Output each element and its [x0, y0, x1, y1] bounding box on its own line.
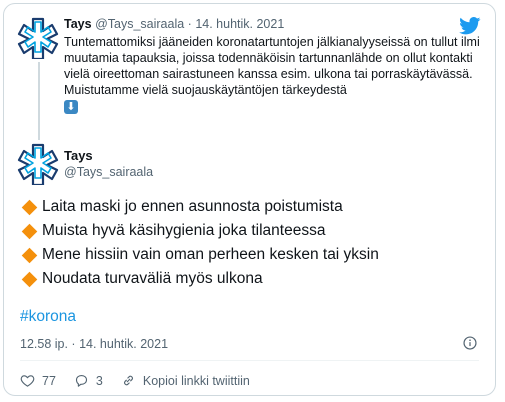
separator-dot: ·: [187, 17, 192, 31]
tweet-actions: 77 3 Kopioi linkki twiittiin: [20, 373, 268, 388]
reply-count: 3: [95, 373, 103, 388]
bullet-text: Muista hyvä käsihygienia joka tilanteess…: [42, 222, 326, 239]
tweet-text: Tuntemattomiksi jääneiden koronatartunto…: [64, 34, 484, 114]
tweet-timestamp[interactable]: 12.58 ip. · 14. huhtik. 2021: [20, 337, 168, 351]
like-count: 77: [42, 373, 56, 388]
tweet-bullets: Laita maski jo ennen asunnosta poistumis…: [20, 195, 490, 291]
reply-icon: [75, 374, 87, 387]
bullet-text: Laita maski jo ennen asunnosta poistumis…: [42, 198, 343, 215]
orange-diamond-icon: [21, 199, 38, 215]
heart-icon: [20, 375, 35, 387]
tweet-card: Tays @Tays_sairaala · 14. huhtik. 2021 T…: [3, 3, 496, 396]
link-icon: [123, 375, 133, 386]
orange-diamond-icon: [21, 247, 38, 263]
tweet-body: Tuntemattomiksi jääneiden koronatartunto…: [64, 35, 480, 97]
bullet-text: Noudata turvaväliä myös ulkona: [42, 270, 263, 287]
orange-diamond-icon: [21, 223, 38, 239]
tays-logo-icon[interactable]: [16, 15, 60, 59]
copy-link-button[interactable]: Kopioi linkki twiittiin: [121, 373, 250, 388]
author-handle[interactable]: @Tays_sairaala: [95, 17, 184, 31]
down-arrow-emoji-icon: ⬇: [64, 99, 78, 114]
author-name[interactable]: Tays: [64, 148, 153, 164]
list-item: Noudata turvaväliä myös ulkona: [20, 267, 490, 291]
hashtag-link[interactable]: #korona: [20, 307, 76, 327]
thread-line: [38, 62, 40, 140]
tweet-author[interactable]: Tays @Tays_sairaala: [64, 148, 153, 180]
like-button[interactable]: 77: [20, 373, 56, 388]
author-name[interactable]: Tays: [64, 17, 92, 31]
reply-button[interactable]: 3: [74, 373, 103, 388]
orange-diamond-icon: [21, 271, 38, 287]
list-item: Muista hyvä käsihygienia joka tilanteess…: [20, 219, 490, 243]
tweet-date[interactable]: 14. huhtik. 2021: [195, 17, 284, 31]
list-item: Laita maski jo ennen asunnosta poistumis…: [20, 195, 490, 219]
bullet-text: Mene hissiin vain oman perheen kesken ta…: [42, 246, 379, 263]
divider: [20, 360, 479, 361]
quoted-tweet[interactable]: Tays @Tays_sairaala · 14. huhtik. 2021 T…: [64, 16, 484, 114]
list-item: Mene hissiin vain oman perheen kesken ta…: [20, 243, 490, 267]
copy-link-label: Kopioi linkki twiittiin: [142, 373, 250, 388]
author-handle[interactable]: @Tays_sairaala: [64, 164, 153, 180]
tays-logo-icon[interactable]: [16, 141, 60, 185]
info-icon[interactable]: [463, 336, 477, 350]
